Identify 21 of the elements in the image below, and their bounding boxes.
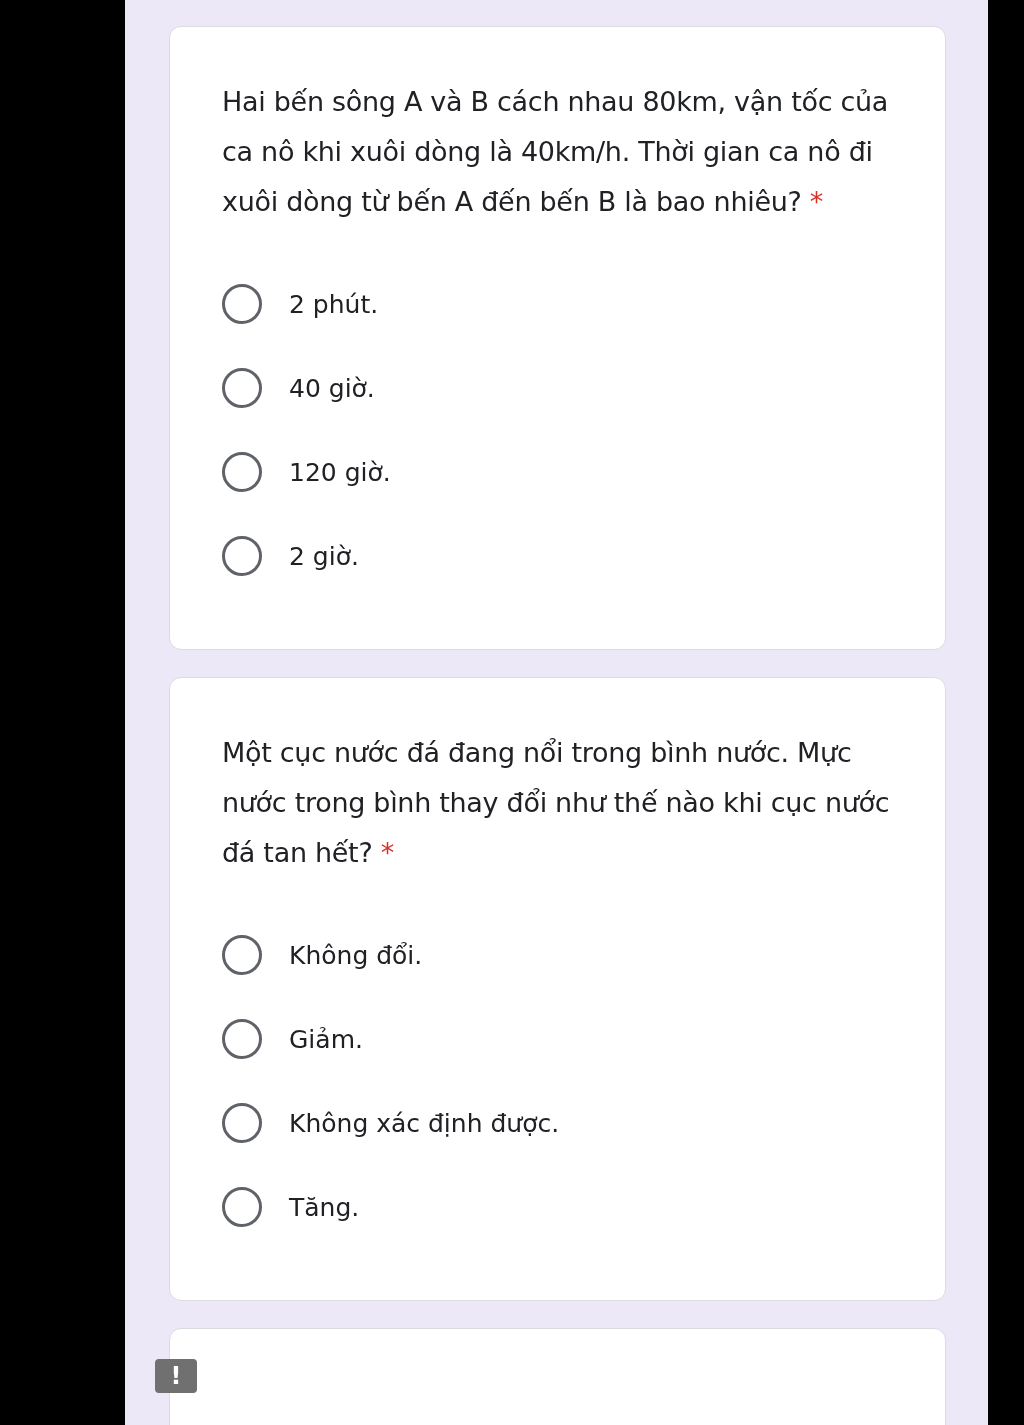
feedback-badge[interactable]: ! [155, 1359, 197, 1393]
option-label[interactable]: Không đổi. [289, 940, 423, 970]
radio-button[interactable] [222, 1019, 262, 1059]
radio-button[interactable] [222, 1103, 262, 1143]
option-label[interactable]: Giảm. [289, 1024, 363, 1054]
radio-button[interactable] [222, 284, 262, 324]
option-label[interactable]: Tăng. [289, 1192, 360, 1222]
option-label[interactable]: 120 giờ. [289, 457, 391, 487]
question-text: Một cục nước đá đang nổi trong bình nước. Mực nước trong bình thay đổi như thế nào khi cục nước đá tan hết? * [222, 736, 891, 870]
radio-button[interactable] [222, 935, 262, 975]
option-label[interactable]: 40 giờ. [289, 373, 375, 403]
radio-button[interactable] [222, 368, 262, 408]
required-asterisk: * [380, 837, 394, 868]
radio-button[interactable] [222, 1187, 262, 1227]
radio-button[interactable] [222, 452, 262, 492]
option-label[interactable]: Không xác định được. [289, 1108, 560, 1138]
option-label[interactable]: 2 phút. [289, 289, 379, 319]
radio-button[interactable] [222, 536, 262, 576]
question-text: Hai bến sông A và B cách nhau 80km, vận tốc của ca nô khi xuôi dòng là 40km/h. Thời gian ca nô đi xuôi dòng từ bến A đến bến B là bao nhiêu? * [222, 85, 890, 219]
required-asterisk: * [809, 186, 824, 217]
option-label[interactable]: 2 giờ. [289, 541, 359, 571]
